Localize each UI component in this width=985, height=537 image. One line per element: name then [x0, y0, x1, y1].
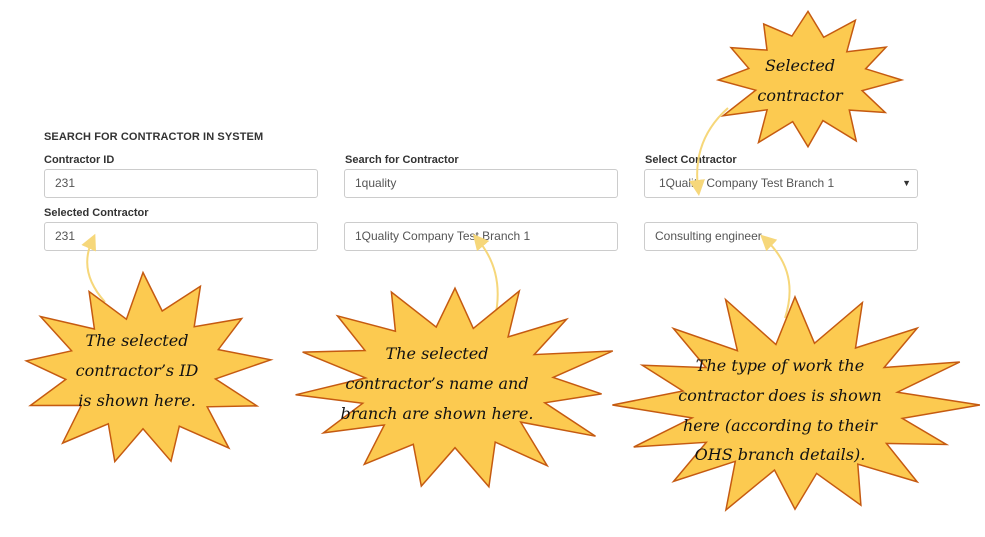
- callout-contractor-name: The selected contractor’s name and branc…: [295, 286, 614, 489]
- callout-work-line-1: The type of work the: [696, 356, 864, 375]
- callout-selected-line-1: Selected: [765, 56, 835, 75]
- callout-name-line-2: contractor’s name and: [345, 374, 528, 393]
- arrow-work-type: [760, 234, 791, 319]
- callout-id-line-1: The selected: [86, 331, 189, 350]
- arrow-selected: [689, 107, 729, 196]
- callout-selected-contractor: Selected contractor: [715, 9, 905, 149]
- arrow-name: [472, 233, 499, 319]
- callout-work-line-2: contractor does is shown: [678, 386, 881, 405]
- callout-name-line-3: branch are shown here.: [340, 404, 533, 423]
- callout-selected-line-2: contractor: [757, 86, 844, 105]
- callout-contractor-id: The selected contractor’s ID is shown he…: [23, 270, 274, 464]
- annotation-overlay: Selected contractor The selected contrac…: [23, 9, 981, 512]
- callout-name-line-1: The selected: [386, 344, 489, 363]
- callout-id-line-3: is shown here.: [78, 391, 196, 410]
- callout-work-line-4: OHS branch details).: [695, 445, 866, 464]
- callout-work-line-3: here (according to their: [683, 416, 878, 435]
- callout-work-type: The type of work the contractor does is …: [612, 294, 981, 512]
- callout-id-line-2: contractor’s ID: [76, 361, 199, 380]
